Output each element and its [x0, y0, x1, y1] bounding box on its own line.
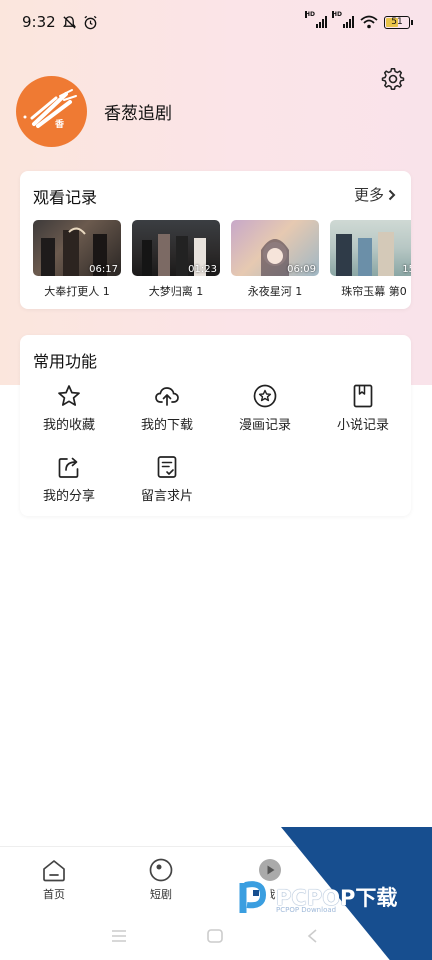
video-title: 大梦归离 1: [148, 285, 204, 298]
nav-short-drama-label: 短剧: [150, 888, 172, 901]
status-bar: 9:32 HD HD 51: [0, 0, 432, 44]
watch-history-card: 观看记录 更多 06:17 大奉打更人 1 01:23 大梦归离 1 06:09…: [20, 171, 411, 309]
home-icon: [43, 860, 65, 882]
battery-icon: 51: [384, 15, 413, 29]
video-title: 珠帘玉幕 第0: [341, 285, 407, 298]
gear-icon[interactable]: [381, 67, 405, 91]
nav-home[interactable]: 首页: [24, 857, 84, 902]
book-icon: [353, 384, 373, 408]
avatar[interactable]: 香: [16, 76, 87, 147]
mute-bell-icon: [62, 15, 76, 29]
status-time: 9:32: [22, 13, 56, 31]
history-title: 观看记录: [33, 188, 98, 207]
video-title: 永夜星河 1: [247, 285, 303, 298]
functions-title: 常用功能: [33, 352, 98, 371]
favorites-label: 我的收藏: [42, 418, 95, 433]
circle-dot-icon: [149, 858, 173, 882]
username[interactable]: 香葱追剧: [104, 99, 172, 124]
video-duration: 06:09: [287, 264, 316, 275]
video-thumbnail[interactable]: 06:17: [33, 220, 121, 276]
chevron-right-icon: [388, 189, 396, 200]
history-item[interactable]: 15 珠帘玉幕 第0: [330, 220, 411, 299]
cloud-upload-icon: [155, 387, 179, 406]
video-duration: 01:23: [188, 264, 217, 275]
comic-history-button[interactable]: 漫画记录: [216, 383, 314, 433]
more-link[interactable]: 更多: [354, 184, 396, 205]
downloads-label: 我的下载: [140, 418, 193, 433]
scallion-logo-icon: [23, 89, 77, 128]
home-button-icon[interactable]: [206, 928, 224, 944]
nav-short-drama[interactable]: 短剧: [131, 857, 191, 902]
video-thumbnail[interactable]: 01:23: [132, 220, 220, 276]
novel-history-label: 小说记录: [336, 418, 389, 433]
note-icon: [157, 456, 177, 478]
common-functions-card: 常用功能 我的收藏 我的下载 漫画记录 小说记录 我的分享 留言求片: [20, 335, 411, 516]
signal-icon: HD: [305, 11, 327, 28]
novel-history-button[interactable]: 小说记录: [314, 383, 412, 433]
video-title: 大奉打更人 1: [44, 285, 110, 298]
wifi-icon: [360, 15, 378, 29]
history-item[interactable]: 06:09 永夜星河 1: [231, 220, 319, 299]
avatar-badge: 香: [55, 120, 65, 130]
signal-icon: HD: [332, 11, 354, 28]
thumbnail-art: [336, 232, 394, 276]
comic-history-label: 漫画记录: [238, 418, 291, 433]
more-label: 更多: [353, 186, 384, 204]
share-button[interactable]: 我的分享: [20, 454, 118, 504]
request-button[interactable]: 留言求片: [118, 454, 216, 504]
share-label: 我的分享: [42, 489, 95, 504]
favorites-button[interactable]: 我的收藏: [20, 383, 118, 433]
video-duration: 15: [402, 264, 411, 275]
menu-icon[interactable]: [110, 928, 128, 944]
pcpop-logo-icon: [239, 879, 271, 913]
video-thumbnail[interactable]: 15: [330, 220, 411, 276]
request-label: 留言求片: [140, 489, 193, 504]
nav-home-label: 首页: [43, 888, 65, 901]
video-thumbnail[interactable]: 06:09: [231, 220, 319, 276]
share-icon: [58, 457, 79, 478]
history-list: 06:17 大奉打更人 1 01:23 大梦归离 1 06:09 永夜星河 1 …: [33, 220, 411, 299]
battery-level: 51: [391, 16, 403, 27]
history-item[interactable]: 01:23 大梦归离 1: [132, 220, 220, 299]
badge-star-icon: [253, 384, 277, 408]
star-icon: [58, 385, 80, 406]
history-item[interactable]: 06:17 大奉打更人 1: [33, 220, 121, 299]
downloads-button[interactable]: 我的下载: [118, 383, 216, 433]
video-duration: 06:17: [89, 264, 118, 275]
watermark-subtext: PCPOP Download: [276, 906, 337, 914]
profile-header[interactable]: 香 香葱追剧: [16, 76, 172, 147]
alarm-icon: [84, 15, 97, 29]
